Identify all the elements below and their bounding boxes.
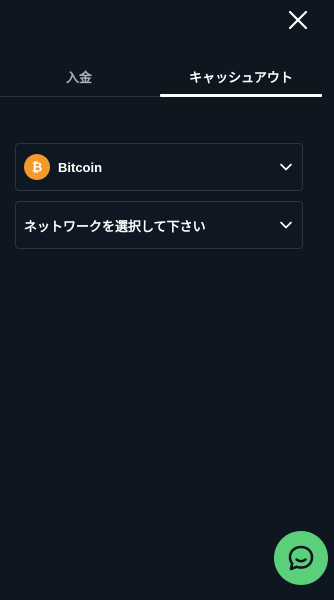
- tab-bar: 入金 キャッシュアウト: [0, 56, 334, 98]
- currency-select[interactable]: ₿ Bitcoin: [15, 143, 303, 191]
- tab-cashout[interactable]: キャッシュアウト: [160, 56, 322, 96]
- network-select[interactable]: ネットワークを選択して下さい: [15, 201, 303, 249]
- tab-deposit[interactable]: 入金: [0, 56, 158, 96]
- chevron-down-icon: [278, 217, 294, 233]
- chevron-down-icon: [278, 159, 294, 175]
- currency-selected-value: Bitcoin: [58, 159, 103, 175]
- bitcoin-icon: ₿: [24, 154, 50, 180]
- network-placeholder: ネットワークを選択して下さい: [24, 219, 206, 235]
- chat-bubble-icon: [288, 545, 314, 571]
- close-icon: [288, 10, 308, 30]
- chat-button[interactable]: [274, 531, 328, 585]
- svg-text:₿: ₿: [32, 161, 43, 176]
- active-tab-indicator: [160, 94, 322, 97]
- close-button[interactable]: [284, 6, 312, 34]
- cashout-screen: 入金 キャッシュアウト ₿ Bitcoin ネットワークを選択して下さい: [0, 0, 334, 600]
